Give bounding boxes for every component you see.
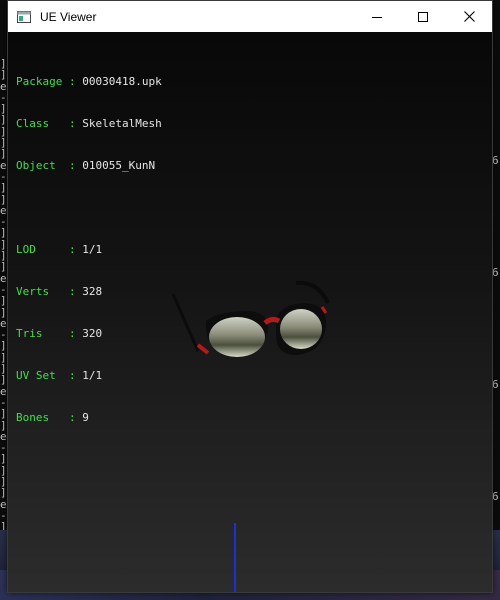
ue-viewer-window: UE Viewer Package : 00030418.upk Class :…	[7, 0, 493, 593]
close-icon	[463, 11, 475, 22]
close-button[interactable]	[446, 1, 492, 32]
info-row-bones: Bones : 9	[16, 411, 89, 424]
sunglasses-mesh	[171, 280, 330, 357]
background-console-right-text: 6 6 6 6	[492, 154, 499, 503]
minimize-button[interactable]	[354, 1, 400, 32]
z-axis-gizmo	[234, 523, 236, 592]
info-row-tris: Tris : 320	[16, 327, 103, 340]
window-title: UE Viewer	[40, 9, 97, 24]
app-window-icon	[16, 9, 32, 25]
minimize-icon	[372, 16, 382, 18]
mesh-info-overlay: Package : 00030418.upk Class : SkeletalM…	[16, 47, 162, 453]
info-row-uvset: UV Set : 1/1	[16, 369, 103, 382]
maximize-button[interactable]	[400, 1, 446, 32]
3d-viewport[interactable]: Package : 00030418.upk Class : SkeletalM…	[8, 32, 492, 592]
info-row-lod: LOD : 1/1	[16, 243, 103, 256]
title-bar[interactable]: UE Viewer	[8, 1, 492, 32]
info-row-package: Package : 00030418.upk	[16, 75, 162, 88]
info-row-verts: Verts : 328	[16, 285, 103, 298]
info-row-object: Object : 010055_KunN	[16, 159, 156, 172]
maximize-icon	[418, 11, 428, 22]
info-row-class: Class : SkeletalMesh	[16, 117, 162, 130]
